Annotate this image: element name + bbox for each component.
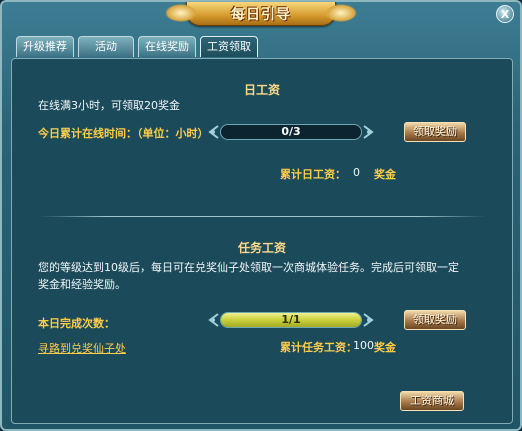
completion-bar: 1/1 xyxy=(220,312,362,328)
task-wage-description-line1: 您的等级达到10级后，每日可在兑奖仙子处领取一次商城体验任务。完成后可领取一定 xyxy=(38,261,459,274)
daily-wage-description: 在线满3小时，可领取20奖金 xyxy=(38,99,180,112)
tab-bar: 升级推荐 活动 在线奖励 工资领取 xyxy=(16,36,258,57)
title-ornament-right xyxy=(325,4,357,22)
daily-wage-title: 日工资 xyxy=(243,83,280,97)
wage-shop-button[interactable]: 工资商城 xyxy=(400,391,464,411)
claim-daily-wage-button[interactable]: 领取奖励 xyxy=(404,122,466,142)
daily-wage-total-label: 累计日工资： xyxy=(280,168,346,181)
bar-left-ornament-icon xyxy=(206,311,220,329)
online-time-progress: 0/3 xyxy=(206,123,376,141)
online-time-label: 今日累计在线时间：（单位：小时） xyxy=(38,127,209,140)
online-time-bar: 0/3 xyxy=(220,124,362,140)
tab-wage-claim[interactable]: 工资领取 xyxy=(200,36,258,57)
tab-activities[interactable]: 活动 xyxy=(78,36,134,57)
completion-count-label: 本日完成次数： xyxy=(38,317,115,330)
bar-right-ornament-icon xyxy=(362,123,376,141)
completion-progress: 1/1 xyxy=(206,311,376,329)
window-title: 每日引导 xyxy=(231,6,291,23)
claim-task-wage-button[interactable]: 领取奖励 xyxy=(404,310,466,330)
bar-right-ornament-icon xyxy=(362,311,376,329)
content-panel: 日工资 在线满3小时，可领取20奖金 今日累计在线时间：（单位：小时） 0/3 … xyxy=(11,58,513,424)
task-wage-description-line2: 奖金和经验奖励。 xyxy=(38,278,126,291)
task-wage-total-label: 累计任务工资： xyxy=(280,341,357,354)
title-plate: 每日引导 xyxy=(165,2,357,26)
pathfind-to-fairy-link[interactable]: 寻路到兑奖仙子处 xyxy=(38,340,126,356)
close-icon[interactable]: X xyxy=(496,5,514,23)
task-wage-total-value: 100 xyxy=(353,339,374,352)
daily-guide-window: 每日引导 X 升级推荐 活动 在线奖励 工资领取 日工资 在线满3小时，可领取2… xyxy=(0,0,522,431)
daily-wage-total-value: 0 xyxy=(353,166,360,179)
tab-upgrade-recommend[interactable]: 升级推荐 xyxy=(16,36,74,57)
daily-wage-total-unit: 奖金 xyxy=(374,168,396,181)
task-wage-title: 任务工资 xyxy=(237,241,286,255)
completion-bar-text: 1/1 xyxy=(281,313,301,326)
tab-online-rewards[interactable]: 在线奖励 xyxy=(138,36,196,57)
bar-left-ornament-icon xyxy=(206,123,220,141)
task-wage-total-unit: 奖金 xyxy=(374,341,396,354)
online-time-bar-text: 0/3 xyxy=(281,125,301,138)
title-ornament-left xyxy=(165,4,197,22)
section-divider xyxy=(40,216,486,217)
